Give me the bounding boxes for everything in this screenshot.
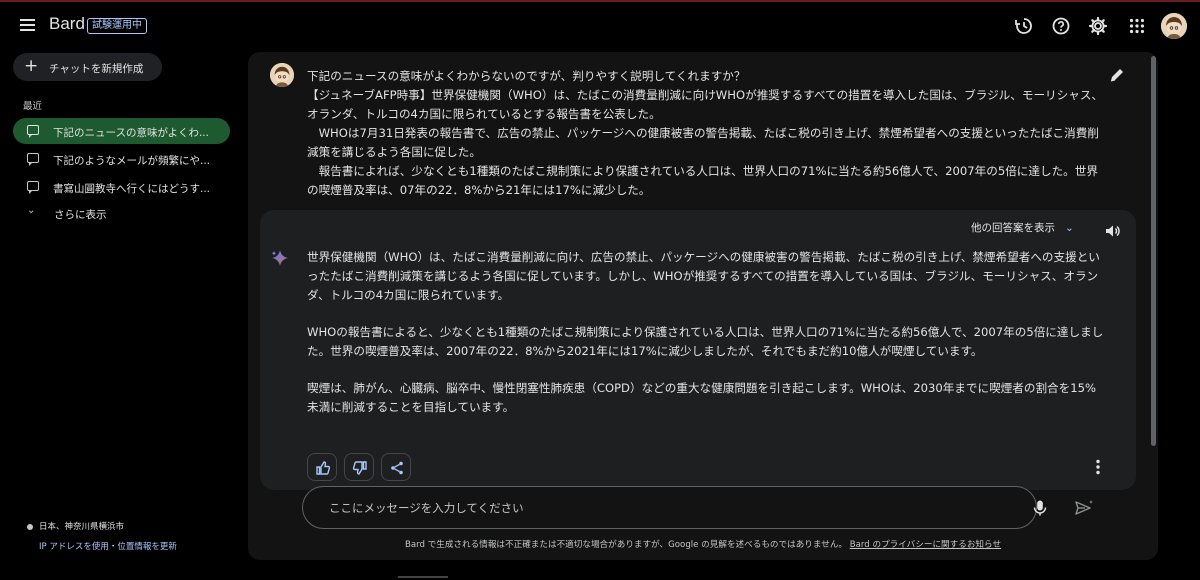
response-paragraph: WHOの報告書によると、少なくとも1種類のたばこ規制策により保護されている人口は… [307, 325, 1104, 358]
microphone-icon[interactable] [1031, 499, 1049, 517]
update-location-link[interactable]: IP アドレスを使用・位置情報を更新 [39, 540, 177, 552]
plus-icon: + [24, 56, 39, 76]
show-more-button[interactable]: ⌄ さらに表示 [13, 202, 163, 224]
chat-bubble-icon [27, 125, 39, 138]
chevron-down-icon: ⌄ [1065, 222, 1074, 234]
conversation-item[interactable]: 下記のニュースの意味がよくわ... [13, 118, 230, 144]
experiment-badge: 試験運用中 [87, 18, 147, 34]
location-dot-icon [27, 523, 33, 530]
menu-icon[interactable] [19, 17, 37, 35]
recent-heading: 最近 [23, 101, 43, 112]
response-paragraph: 世界保健機関（WHO）は、たばこ消費量削減に向け、広告の禁止、パッケージへの健康… [307, 250, 1100, 302]
edit-pencil-icon[interactable] [1108, 66, 1126, 84]
conversation-item[interactable]: 書寫山圓教寺へ行くにはどうす... [13, 174, 230, 200]
user-message-line: 報告書によれば、少なくとも1種類のたばこ規制策により保護されている人口は、世界人… [307, 164, 1098, 197]
chat-panel: 下記のニュースの意味がよくわからないのですが、判りやすく説明してくれますか？ 【… [248, 52, 1158, 560]
account-avatar[interactable] [1161, 13, 1187, 39]
speaker-icon[interactable] [1104, 222, 1122, 240]
top-header: Bard 試験運用中 [0, 2, 1200, 50]
share-icon[interactable] [381, 453, 411, 481]
thumbs-up-icon[interactable] [307, 453, 337, 481]
apps-grid-icon[interactable] [1127, 16, 1147, 36]
conversation-label: 書寫山圓教寺へ行くにはどうす... [53, 183, 211, 195]
user-message-line: 【ジュネーブAFP時事】世界保健機関（WHO）は、たばこの消費量削減に向けWHO… [307, 88, 1104, 121]
user-message: 下記のニュースの意味がよくわからないのですが、判りやすく説明してくれますか？ 【… [307, 67, 1107, 200]
user-message-line: 下記のニュースの意味がよくわからないのですが、判りやすく説明してくれますか？ [307, 69, 746, 83]
conversation-label: 下記のニュースの意味がよくわ... [53, 127, 209, 139]
response-text: 世界保健機関（WHO）は、たばこ消費量削減に向け、広告の禁止、パッケージへの健康… [307, 248, 1107, 435]
show-drafts-label: 他の回答案を表示 [971, 222, 1055, 234]
taskbar-indicator [398, 576, 448, 578]
bard-spark-icon [269, 248, 291, 270]
response-card: 他の回答案を表示 ⌄ 世界保健機関（WHO）は、たばこ消費量削減に向け、広告の禁止… [260, 210, 1136, 490]
show-more-label: さらに表示 [54, 209, 107, 221]
user-avatar [270, 63, 294, 87]
disclaimer-text: Bard で生成される情報は不正確または不適切な場合がありますが、Google … [404, 540, 848, 550]
conversation-item[interactable]: 下記のようなメールが頻繁にや... [13, 146, 230, 172]
prompt-placeholder: ここにメッセージを入力してください [329, 501, 524, 515]
new-chat-button[interactable]: + チャットを新規作成 [13, 53, 162, 81]
show-drafts-button[interactable]: 他の回答案を表示 ⌄ [971, 220, 1074, 235]
sidebar: + チャットを新規作成 最近 下記のニュースの意味がよくわ... 下記のようなメ… [0, 50, 240, 580]
privacy-notice-link[interactable]: Bard のプライバシーに関するお知らせ [850, 540, 1001, 550]
chat-bubble-icon [27, 153, 39, 166]
app-title: Bard [49, 14, 85, 33]
user-message-line: WHOは7月31日発表の報告書で、広告の禁止、パッケージへの健康被害の警告掲載、… [307, 126, 1099, 159]
conversation-label: 下記のようなメールが頻繁にや... [53, 155, 211, 167]
chevron-down-icon: ⌄ [27, 205, 36, 216]
help-icon[interactable] [1051, 16, 1071, 36]
more-options-icon[interactable] [1091, 458, 1105, 476]
scrollbar[interactable] [1151, 56, 1156, 446]
location-label: 日本、神奈川県横浜市 [39, 522, 125, 532]
chat-bubble-icon [27, 181, 39, 194]
disclaimer: Bard で生成される情報は不正確または不適切な場合がありますが、Google … [248, 538, 1158, 550]
thumbs-down-icon[interactable] [344, 453, 374, 481]
new-chat-label: チャットを新規作成 [49, 63, 144, 75]
prompt-input[interactable]: ここにメッセージを入力してください [302, 486, 1037, 529]
history-icon[interactable] [1014, 16, 1034, 36]
settings-icon[interactable] [1088, 16, 1108, 36]
response-paragraph: 喫煙は、肺がん、心臓病、脳卒中、慢性閉塞性肺疾患（COPD）などの重大な健康問題… [307, 381, 1097, 414]
location-text: 日本、神奈川県横浜市 [27, 520, 124, 532]
send-icon[interactable] [1074, 499, 1094, 517]
